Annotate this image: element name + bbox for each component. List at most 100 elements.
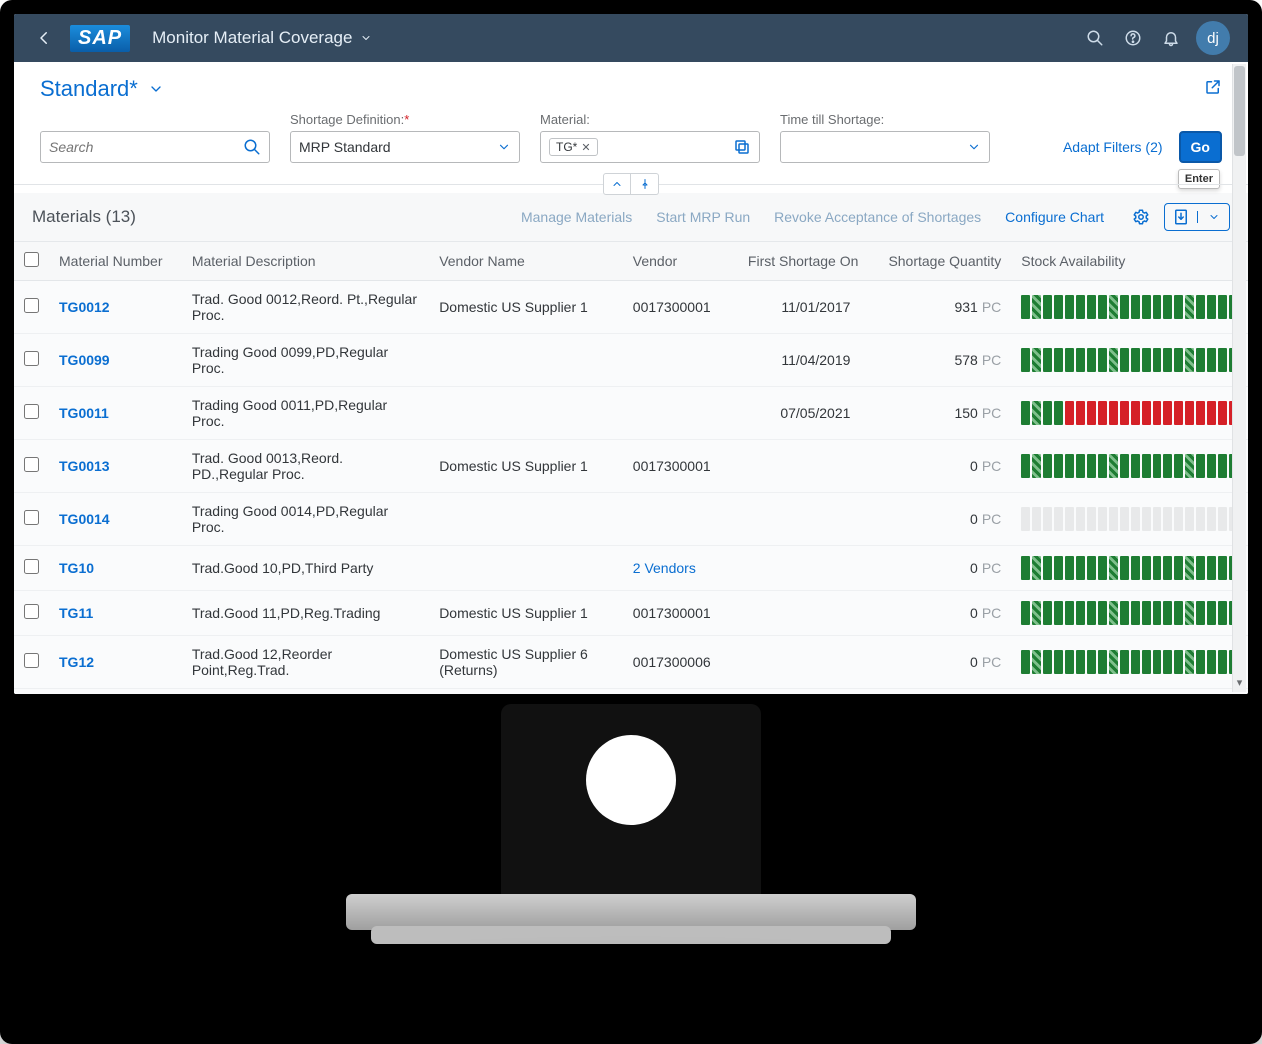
material-description: Trad.Good 12,Reorder Point,Reg.Trad. <box>182 636 429 689</box>
table-row[interactable]: TG0012 Trad. Good 0012,Reord. Pt.,Regular… <box>14 281 1248 334</box>
variant-header: Standard* <box>14 62 1248 112</box>
row-checkbox[interactable] <box>24 457 39 472</box>
screen: SAP Monitor Material Coverage dj Standar… <box>14 14 1248 694</box>
start-mrp-run-link[interactable]: Start MRP Run <box>656 209 750 225</box>
share-button[interactable] <box>1204 78 1222 101</box>
shell-header: SAP Monitor Material Coverage dj <box>14 14 1248 62</box>
row-checkbox[interactable] <box>24 351 39 366</box>
materials-table-scroll[interactable]: Material Number Material Description Ven… <box>14 242 1248 694</box>
row-checkbox[interactable] <box>24 404 39 419</box>
table-row[interactable]: TG0099 Trading Good 0099,PD,Regular Proc.… <box>14 334 1248 387</box>
table-settings-button[interactable] <box>1126 203 1156 231</box>
select-all-checkbox[interactable] <box>24 252 39 267</box>
search-input[interactable] <box>40 131 270 163</box>
vendor-name <box>429 334 623 387</box>
table-row[interactable]: TG11Trad.Good 11,PD,Reg.TradingDomestic … <box>14 591 1248 636</box>
vendor-id <box>623 387 728 440</box>
material-number-link[interactable]: TG10 <box>59 560 94 576</box>
vendor-name <box>429 387 623 440</box>
material-token[interactable]: TG* ✕ <box>549 138 598 156</box>
search-icon <box>1086 29 1104 47</box>
material-description: Trad. Good 0012,Reord. Pt.,Regular Proc. <box>182 281 429 334</box>
col-first-shortage[interactable]: First Shortage On <box>728 242 868 281</box>
help-button[interactable] <box>1114 19 1152 57</box>
vendor-id: 0017300006 <box>623 636 728 689</box>
first-shortage-date: 11/01/2017 <box>728 281 868 334</box>
app-title-dropdown[interactable]: Monitor Material Coverage <box>152 28 372 48</box>
vendor-id: 0017300001 <box>623 689 728 695</box>
shortage-qty: 0PC <box>868 546 1011 591</box>
shortage-qty: 0PC <box>868 493 1011 546</box>
col-stock-availability[interactable]: Stock Availability <box>1011 242 1248 281</box>
variant-selector[interactable]: Standard* <box>40 76 164 102</box>
col-shortage-qty[interactable]: Shortage Quantity <box>868 242 1011 281</box>
stock-availability-chart <box>1011 387 1248 440</box>
shortage-qty: 578PC <box>868 334 1011 387</box>
row-checkbox[interactable] <box>24 559 39 574</box>
material-number-link[interactable]: TG0011 <box>59 405 109 421</box>
monitor-stand-base <box>346 894 916 930</box>
vendor-id[interactable]: 2 Vendors <box>623 546 728 591</box>
col-vendor-name[interactable]: Vendor Name <box>429 242 623 281</box>
material-number-link[interactable]: TG0099 <box>59 352 110 368</box>
shortage-qty: 0PC <box>868 636 1011 689</box>
scroll-thumb[interactable] <box>1234 66 1245 156</box>
material-number-link[interactable]: TG0013 <box>59 458 110 474</box>
pin-filter-button[interactable] <box>631 173 659 195</box>
shortage-qty: 0PC <box>868 440 1011 493</box>
table-row[interactable]: TG0011Trading Good 0011,PD,Regular Proc.… <box>14 387 1248 440</box>
shortage-qty: 0PC <box>868 591 1011 636</box>
search-icon[interactable] <box>243 138 261 156</box>
material-description: Trading Good 0099,PD,Regular Proc. <box>182 334 429 387</box>
row-checkbox[interactable] <box>24 510 39 525</box>
vendor-name: Domestic US Supplier 1 <box>429 591 623 636</box>
configure-chart-link[interactable]: Configure Chart <box>1005 209 1104 225</box>
revoke-acceptance-link[interactable]: Revoke Acceptance of Shortages <box>774 209 981 225</box>
shortage-definition-select[interactable]: MRP Standard <box>290 131 520 163</box>
time-till-shortage-select[interactable] <box>780 131 990 163</box>
go-button[interactable]: Go Enter <box>1179 131 1222 163</box>
monitor-frame: SAP Monitor Material Coverage dj Standar… <box>0 0 1262 1044</box>
export-more-icon[interactable] <box>1197 211 1229 223</box>
col-material-number[interactable]: Material Number <box>49 242 182 281</box>
material-number-link[interactable]: TG12 <box>59 654 94 670</box>
chevron-down-icon <box>148 81 164 97</box>
chevron-down-icon <box>967 140 981 154</box>
first-shortage-date <box>728 636 868 689</box>
col-material-description[interactable]: Material Description <box>182 242 429 281</box>
collapse-filter-button[interactable] <box>603 173 631 195</box>
adapt-filters-link[interactable]: Adapt Filters (2) <box>1063 139 1163 155</box>
page-scrollbar[interactable]: ▴ ▾ <box>1232 64 1246 692</box>
app-title-text: Monitor Material Coverage <box>152 28 352 48</box>
stock-availability-chart <box>1011 546 1248 591</box>
row-checkbox[interactable] <box>24 653 39 668</box>
row-checkbox[interactable] <box>24 298 39 313</box>
token-remove-icon[interactable]: ✕ <box>581 141 590 154</box>
material-number-link[interactable]: TG11 <box>59 605 93 621</box>
user-avatar[interactable]: dj <box>1196 21 1230 55</box>
table-row[interactable]: TG10Trad.Good 10,PD,Third Party2 Vendors… <box>14 546 1248 591</box>
table-row[interactable]: TG0014Trading Good 0014,PD,Regular Proc.… <box>14 493 1248 546</box>
table-row[interactable]: TG0013Trad. Good 0013,Reord. PD.,Regular… <box>14 440 1248 493</box>
search-button[interactable] <box>1076 19 1114 57</box>
table-row[interactable]: TG12 Trad.Good 12,Reorder Point,Reg.Trad.… <box>14 636 1248 689</box>
notifications-button[interactable] <box>1152 19 1190 57</box>
export-icon[interactable] <box>1165 208 1197 226</box>
monitor-shadow <box>241 944 1021 1004</box>
export-segmented-button[interactable] <box>1164 203 1230 231</box>
row-checkbox[interactable] <box>24 604 39 619</box>
table-row[interactable]: TG13Trad.Good 13,Reorder Point,Thrd Part… <box>14 689 1248 695</box>
value-help-icon[interactable] <box>733 138 751 156</box>
material-number-link[interactable]: TG0012 <box>59 299 110 315</box>
back-button[interactable] <box>32 26 56 50</box>
material-number-link[interactable]: TG0014 <box>59 511 110 527</box>
stock-availability-chart <box>1011 689 1248 695</box>
material-multi-input[interactable]: TG* ✕ <box>540 131 760 163</box>
search-field[interactable] <box>49 139 237 155</box>
sap-logo[interactable]: SAP <box>70 25 130 52</box>
col-vendor[interactable]: Vendor <box>623 242 728 281</box>
vendor-name: Domestic US Supplier 1 <box>429 689 623 695</box>
manage-materials-link[interactable]: Manage Materials <box>521 209 632 225</box>
scroll-down-arrow[interactable]: ▾ <box>1233 674 1246 690</box>
variant-name: Standard* <box>40 76 138 102</box>
